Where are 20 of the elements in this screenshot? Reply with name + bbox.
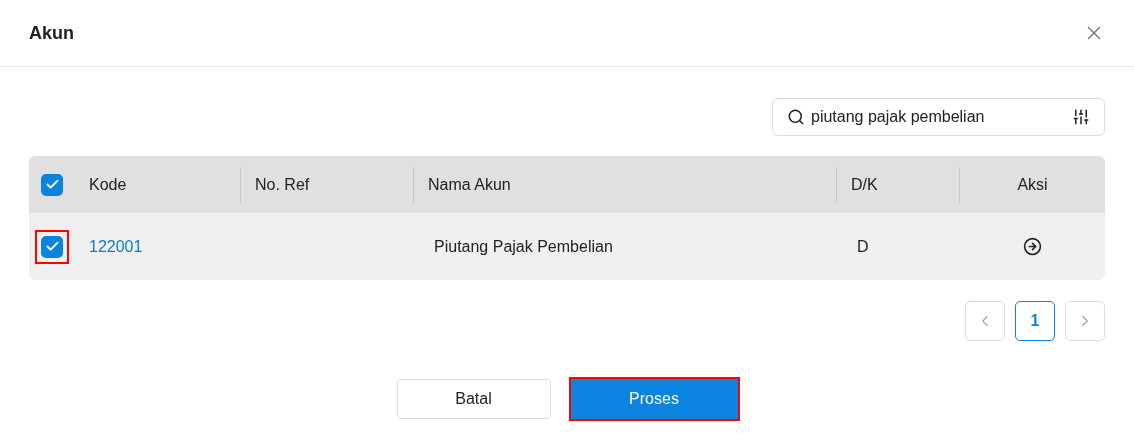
- column-header: Aksi: [1017, 174, 1048, 195]
- column-header: Nama Akun: [428, 174, 511, 195]
- page-button[interactable]: 1: [1015, 301, 1055, 341]
- table-cell: D: [857, 237, 869, 255]
- check-icon: [44, 239, 60, 254]
- checkbox[interactable]: [41, 173, 63, 196]
- filter-icon[interactable]: [1072, 108, 1090, 126]
- column-header: Kode: [89, 174, 127, 195]
- check-icon: [44, 177, 60, 192]
- column-header: D/K: [851, 174, 878, 195]
- cancel-button[interactable]: Batal: [396, 379, 551, 419]
- search-input[interactable]: piutang pajak pembelian: [811, 105, 1066, 129]
- arrow-circle-icon[interactable]: [1022, 237, 1042, 256]
- search-field[interactable]: piutang pajak pembelian: [772, 98, 1105, 136]
- search-icon: [787, 108, 805, 126]
- dialog-title: Akun: [29, 21, 74, 45]
- table-cell: Piutang Pajak Pembelian: [434, 237, 613, 255]
- process-button[interactable]: Proses: [570, 379, 738, 419]
- account-code-link[interactable]: 122001: [89, 237, 143, 255]
- column-header: No. Ref: [255, 174, 310, 195]
